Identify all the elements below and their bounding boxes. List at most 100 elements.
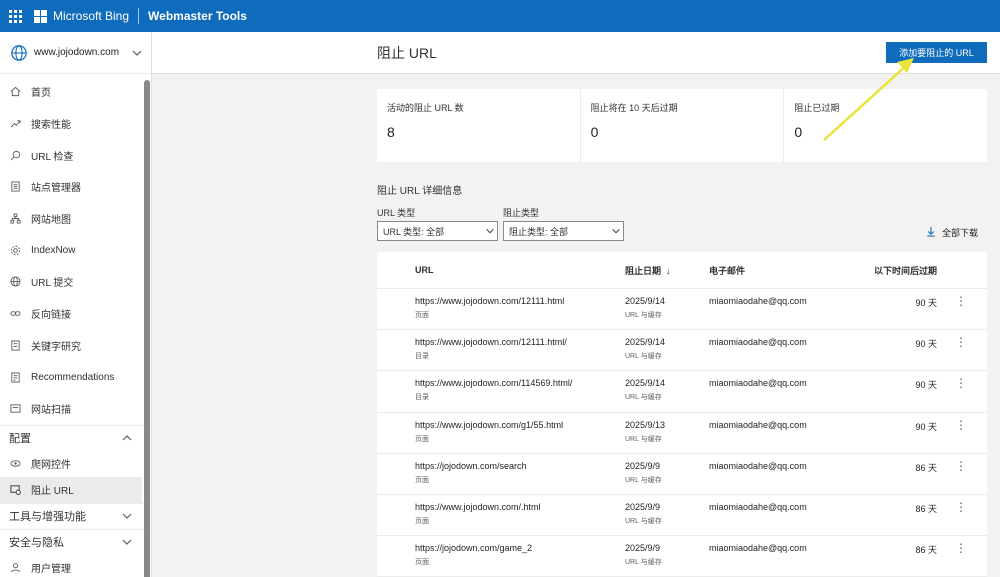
cell-expires: 90 天 — [835, 296, 951, 309]
email-text: miaomiaodahe@qq.com — [709, 378, 807, 389]
sidebar-item-label: 网站扫描 — [31, 405, 71, 417]
cell-date: 2025/9/14 URL 与缓存 — [625, 296, 709, 320]
download-label: 全部下载 — [942, 228, 979, 238]
url-type-text: 页面 — [415, 476, 429, 484]
row-more-icon[interactable]: ⋮ — [951, 377, 971, 389]
expires-text: 90 天 — [915, 380, 937, 391]
expires-text: 90 天 — [915, 421, 937, 432]
table-row[interactable]: https://www.jojodown.com/g1/55.html 页面 202… — [377, 413, 987, 454]
row-more-icon[interactable]: ⋮ — [951, 419, 971, 431]
url-type-select[interactable]: URL 类型: 全部 — [377, 221, 498, 241]
cell-expires: 86 天 — [835, 502, 951, 515]
cell-url: https://www.jojodown.com/12111.html/目录 — [377, 337, 625, 361]
brand-divider — [138, 8, 140, 24]
chevron-down-icon — [122, 513, 132, 519]
table-row[interactable]: https://jojodown.com/search 页面 2025/9/9 URL… — [377, 454, 987, 495]
product-name[interactable]: Webmaster Tools — [148, 9, 247, 23]
page-title: 阻止 URL — [377, 44, 437, 61]
sidebar-item-block-urls[interactable]: 阻止 URL — [0, 476, 142, 503]
sidebar-item-keyword-research[interactable]: 关键字研究 — [0, 330, 151, 362]
expires-text: 90 天 — [915, 339, 937, 350]
url-text[interactable]: https://www.jojodown.com/.html — [415, 502, 625, 512]
sidebar-item-site-explorer[interactable]: 站点管理器 — [0, 171, 151, 203]
block-type-text: URL 与缓存 — [625, 559, 662, 567]
app-launcher-icon[interactable] — [0, 0, 30, 32]
section-label: 工具与增强功能 — [9, 511, 86, 524]
table-row[interactable]: https://www.jojodown.com/12111.html 页面 202… — [377, 289, 987, 331]
page-header: 阻止 URL 添加要阻止的 URL — [152, 32, 1000, 74]
scan-icon — [9, 403, 21, 415]
site-picker[interactable]: www.jojodown.com — [0, 32, 151, 74]
sidebar-item-indexnow[interactable]: IndexNow — [0, 234, 151, 266]
url-text[interactable]: https://www.jojodown.com/12111.html — [415, 296, 625, 306]
sidebar-section-security[interactable]: 安全与隐私 — [0, 528, 151, 555]
cell-email: miaomiaodahe@qq.com — [709, 378, 835, 388]
row-more-icon[interactable]: ⋮ — [951, 542, 971, 554]
add-blocked-url-button[interactable]: 添加要阻止的 URL — [886, 42, 987, 63]
stat-label: 活动的阻止 URL 数 — [387, 103, 464, 113]
home-icon — [9, 86, 21, 98]
sidebar-item-recommendations[interactable]: Recommendations — [0, 361, 151, 393]
url-text[interactable]: https://jojodown.com/search — [415, 461, 625, 471]
cell-date: 2025/9/9 URL 与缓存 — [625, 502, 709, 526]
table-row[interactable]: https://www.jojodown.com/.html 页面 2025/9/9… — [377, 495, 987, 537]
sidebar-item-home[interactable]: 首页 — [0, 76, 151, 108]
details-title: 阻止 URL 详细信息 — [377, 186, 463, 197]
cell-email: miaomiaodahe@qq.com — [709, 543, 835, 553]
sidebar-item-url-inspection[interactable]: URL 检查 — [0, 139, 151, 171]
cell-expires: 90 天 — [835, 420, 951, 433]
column-header-url[interactable]: URL — [377, 265, 625, 275]
brand-name[interactable]: Microsoft Bing — [53, 9, 129, 23]
section-label: 安全与隐私 — [9, 537, 64, 550]
url-text[interactable]: https://www.jojodown.com/g1/55.html — [415, 420, 625, 430]
cell-email: miaomiaodahe@qq.com — [709, 296, 835, 306]
cell-date: 2025/9/14 URL 与缓存 — [625, 337, 709, 361]
sidebar-item-label: Recommendations — [31, 371, 115, 383]
row-more-icon[interactable]: ⋮ — [951, 295, 971, 307]
table-row[interactable]: https://jojodown.com/game_2 页面 2025/9/9 URL… — [377, 536, 987, 577]
stat-value: 8 — [387, 124, 395, 140]
email-text: miaomiaodahe@qq.com — [709, 543, 807, 554]
sidebar-section-config[interactable]: 配置 — [0, 424, 151, 451]
select-value: URL 类型: 全部 — [383, 226, 445, 237]
download-all-button[interactable]: 全部下载 — [926, 226, 978, 239]
row-more-icon[interactable]: ⋮ — [951, 460, 971, 472]
sidebar-item-sitemaps[interactable]: 网站地图 — [0, 203, 151, 235]
sidebar-item-backlinks[interactable]: 反向链接 — [0, 298, 151, 330]
block-type-text: URL 与缓存 — [625, 394, 662, 402]
sidebar-item-crawl-control[interactable]: 爬网控件 — [0, 451, 151, 477]
sidebar-item-url-submission[interactable]: URL 提交 — [0, 266, 151, 298]
stat-active-blocks: 活动的阻止 URL 数 8 — [377, 89, 581, 162]
cell-url: https://www.jojodown.com/12111.html 页面 — [377, 296, 625, 320]
column-header-expires[interactable]: 以下时间后过期 — [835, 264, 951, 277]
sidebar-item-search-performance[interactable]: 搜索性能 — [0, 108, 151, 140]
sidebar-item-label: 用户管理 — [31, 564, 71, 576]
row-more-icon[interactable]: ⋮ — [951, 501, 971, 513]
site-name: www.jojodown.com — [34, 47, 120, 58]
blocked-urls-table: URL 阻止日期 ↓ 电子邮件 以下时间后过期 https://www.jojod… — [377, 252, 987, 577]
url-text[interactable]: https://jojodown.com/game_2 — [415, 543, 625, 553]
sidebar-section-tools[interactable]: 工具与增强功能 — [0, 502, 151, 529]
sidebar-item-label: 反向链接 — [31, 310, 71, 322]
block-type-text: URL 与缓存 — [625, 312, 662, 319]
sidebar-item-site-scan[interactable]: 网站扫描 — [0, 393, 151, 425]
select-value: 阻止类型: 全部 — [509, 226, 569, 237]
email-text: miaomiaodahe@qq.com — [709, 460, 807, 471]
chevron-down-icon[interactable] — [131, 47, 143, 59]
url-text[interactable]: https://www.jojodown.com/114569.html/ — [415, 378, 625, 388]
url-text[interactable]: https://www.jojodown.com/12111.html/ — [415, 337, 625, 347]
column-header-email[interactable]: 电子邮件 — [709, 264, 835, 277]
cell-url: https://www.jojodown.com/114569.html/目录 — [377, 378, 625, 402]
cell-expires: 90 天 — [835, 337, 951, 350]
column-header-date[interactable]: 阻止日期 ↓ — [625, 264, 709, 277]
cell-expires: 86 天 — [835, 461, 951, 474]
table-row[interactable]: https://www.jojodown.com/12111.html/目录 20… — [377, 330, 987, 372]
stat-value: 0 — [590, 124, 599, 140]
sidebar-scrollbar[interactable] — [144, 80, 150, 577]
block-type-select[interactable]: 阻止类型: 全部 — [503, 221, 624, 241]
row-more-icon[interactable]: ⋮ — [951, 336, 971, 348]
table-row[interactable]: https://www.jojodown.com/114569.html/目录 2… — [377, 371, 987, 413]
sidebar-item-user-management[interactable]: 用户管理 — [0, 555, 151, 577]
sidebar-item-label: URL 检查 — [31, 151, 74, 163]
cell-email: miaomiaodahe@qq.com — [709, 337, 835, 347]
